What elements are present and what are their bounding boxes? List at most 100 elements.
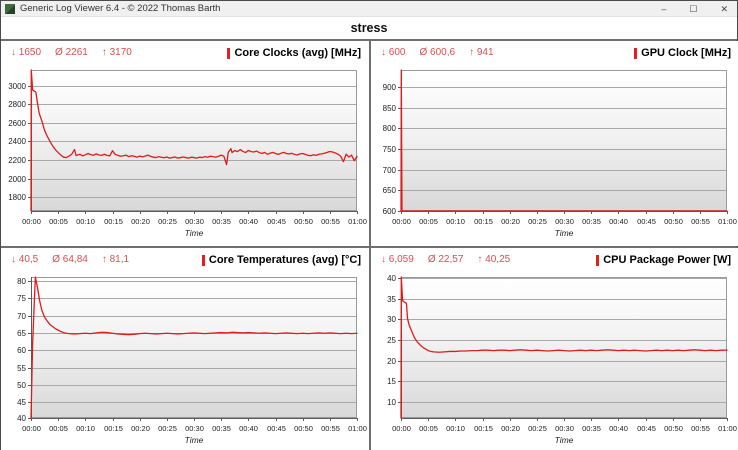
- stat-min: ↓ 40,5: [11, 254, 38, 265]
- stat-min: ↓ 1650: [11, 47, 41, 58]
- stat-avg: Ø 22,57: [428, 254, 464, 265]
- svg-text:00:15: 00:15: [104, 424, 123, 433]
- svg-text:700: 700: [383, 166, 397, 175]
- svg-text:00:00: 00:00: [392, 217, 411, 226]
- chart-canvas-gpu-clock[interactable]: 60065070075080085090000:0000:0500:1000:1…: [371, 65, 738, 246]
- svg-text:650: 650: [383, 186, 397, 195]
- stat-max: ↑ 40,25: [477, 254, 510, 265]
- svg-text:00:25: 00:25: [158, 217, 177, 226]
- window-title: Generic Log Viewer 6.4 - © 2022 Thomas B…: [20, 3, 220, 14]
- svg-text:00:05: 00:05: [419, 217, 438, 226]
- svg-text:00:40: 00:40: [609, 217, 628, 226]
- svg-text:850: 850: [383, 104, 397, 113]
- svg-text:00:30: 00:30: [555, 424, 574, 433]
- chart-title-text: GPU Clock [MHz]: [641, 47, 731, 59]
- panel-head: ↓ 40,5 Ø 64,84 ↑ 81,1 Core Temperatures …: [1, 248, 369, 272]
- svg-text:00:50: 00:50: [294, 217, 313, 226]
- svg-text:00:45: 00:45: [637, 424, 656, 433]
- chart-title: Core Temperatures (avg) [°C]: [202, 254, 361, 266]
- svg-text:2800: 2800: [8, 100, 26, 109]
- panel-core-temperatures: ↓ 40,5 Ø 64,84 ↑ 81,1 Core Temperatures …: [1, 248, 369, 450]
- titlebar: Generic Log Viewer 6.4 - © 2022 Thomas B…: [1, 1, 737, 17]
- svg-text:00:45: 00:45: [267, 217, 286, 226]
- panel-cpu-package-power: ↓ 6,059 Ø 22,57 ↑ 40,25 CPU Package Powe…: [371, 248, 738, 450]
- legend-color-bar-icon: [634, 48, 637, 59]
- svg-text:00:10: 00:10: [446, 424, 465, 433]
- svg-text:00:45: 00:45: [637, 217, 656, 226]
- svg-text:00:00: 00:00: [22, 424, 41, 433]
- svg-text:10: 10: [387, 398, 396, 407]
- svg-text:00:35: 00:35: [582, 217, 601, 226]
- svg-text:75: 75: [17, 294, 26, 303]
- svg-text:00:10: 00:10: [446, 217, 465, 226]
- svg-text:40: 40: [387, 274, 396, 283]
- chart-title: CPU Package Power [W]: [596, 254, 731, 266]
- panel-head: ↓ 1650 Ø 2261 ↑ 3170 Core Clocks (avg) […: [1, 41, 369, 65]
- minimize-button[interactable]: –: [658, 4, 669, 14]
- log-title: stress: [351, 21, 388, 35]
- maximize-button[interactable]: ☐: [686, 4, 700, 14]
- svg-text:2000: 2000: [8, 175, 26, 184]
- stat-avg: Ø 64,84: [52, 254, 88, 265]
- svg-text:70: 70: [17, 312, 26, 321]
- svg-text:Time: Time: [185, 435, 204, 445]
- stat-avg: Ø 600,6: [419, 47, 455, 58]
- svg-text:00:55: 00:55: [691, 424, 710, 433]
- chart-title-text: Core Clocks (avg) [MHz]: [234, 47, 361, 59]
- stat-max: ↑ 3170: [102, 47, 132, 58]
- svg-text:00:25: 00:25: [158, 424, 177, 433]
- svg-text:00:00: 00:00: [22, 217, 41, 226]
- svg-text:00:20: 00:20: [131, 424, 150, 433]
- svg-text:750: 750: [383, 145, 397, 154]
- legend-color-bar-icon: [202, 255, 205, 266]
- svg-text:00:50: 00:50: [664, 217, 683, 226]
- svg-text:600: 600: [383, 207, 397, 216]
- chart-title: GPU Clock [MHz]: [634, 47, 731, 59]
- svg-text:Time: Time: [555, 228, 574, 238]
- stat-min: ↓ 6,059: [381, 254, 414, 265]
- app-window: Generic Log Viewer 6.4 - © 2022 Thomas B…: [0, 0, 738, 450]
- chart-title-text: CPU Package Power [W]: [603, 254, 731, 266]
- chart-title: Core Clocks (avg) [MHz]: [227, 47, 361, 59]
- panel-head: ↓ 6,059 Ø 22,57 ↑ 40,25 CPU Package Powe…: [371, 248, 738, 272]
- svg-text:50: 50: [17, 381, 26, 390]
- svg-text:00:55: 00:55: [691, 217, 710, 226]
- svg-text:800: 800: [383, 124, 397, 133]
- svg-text:20: 20: [387, 357, 396, 366]
- log-header: stress: [1, 17, 737, 39]
- chart-canvas-core-clocks[interactable]: 180020002200240026002800300000:0000:0500…: [1, 65, 369, 246]
- svg-text:00:30: 00:30: [185, 424, 204, 433]
- svg-text:01:00: 01:00: [718, 217, 737, 226]
- svg-text:01:00: 01:00: [348, 217, 367, 226]
- svg-text:00:35: 00:35: [212, 424, 231, 433]
- chart-grid: ↓ 1650 Ø 2261 ↑ 3170 Core Clocks (avg) […: [1, 39, 737, 450]
- panel-gpu-clock: ↓ 600 Ø 600,6 ↑ 941 GPU Clock [MHz] 600 6…: [371, 41, 738, 246]
- chart-title-text: Core Temperatures (avg) [°C]: [209, 254, 361, 266]
- svg-text:00:55: 00:55: [321, 217, 340, 226]
- svg-text:00:10: 00:10: [76, 424, 95, 433]
- svg-text:00:35: 00:35: [582, 424, 601, 433]
- svg-text:00:15: 00:15: [474, 424, 493, 433]
- chart-stats: ↓ 600 Ø 600,6 ↑ 941: [381, 47, 494, 58]
- svg-text:60: 60: [17, 346, 26, 355]
- chart-canvas-cpu-package-power[interactable]: 1015202530354000:0000:0500:1000:1500:200…: [371, 272, 738, 450]
- svg-text:01:00: 01:00: [348, 424, 367, 433]
- svg-text:00:40: 00:40: [239, 217, 258, 226]
- chart-canvas-core-temperatures[interactable]: 40455055606570758000:0000:0500:1000:1500…: [1, 272, 369, 450]
- chart-stats: ↓ 40,5 Ø 64,84 ↑ 81,1: [11, 254, 129, 265]
- svg-text:Time: Time: [185, 228, 204, 238]
- chart-stats: ↓ 6,059 Ø 22,57 ↑ 40,25: [381, 254, 510, 265]
- svg-text:40: 40: [17, 414, 26, 423]
- svg-text:3000: 3000: [8, 82, 26, 91]
- close-button[interactable]: ✕: [717, 4, 731, 14]
- svg-text:900: 900: [383, 83, 397, 92]
- svg-text:2200: 2200: [8, 156, 26, 165]
- svg-text:00:25: 00:25: [528, 217, 547, 226]
- svg-text:00:50: 00:50: [294, 424, 313, 433]
- svg-text:00:55: 00:55: [321, 424, 340, 433]
- svg-text:25: 25: [387, 336, 396, 345]
- stat-max: ↑ 81,1: [102, 254, 129, 265]
- svg-text:15: 15: [387, 377, 396, 386]
- svg-text:00:40: 00:40: [239, 424, 258, 433]
- svg-text:00:25: 00:25: [528, 424, 547, 433]
